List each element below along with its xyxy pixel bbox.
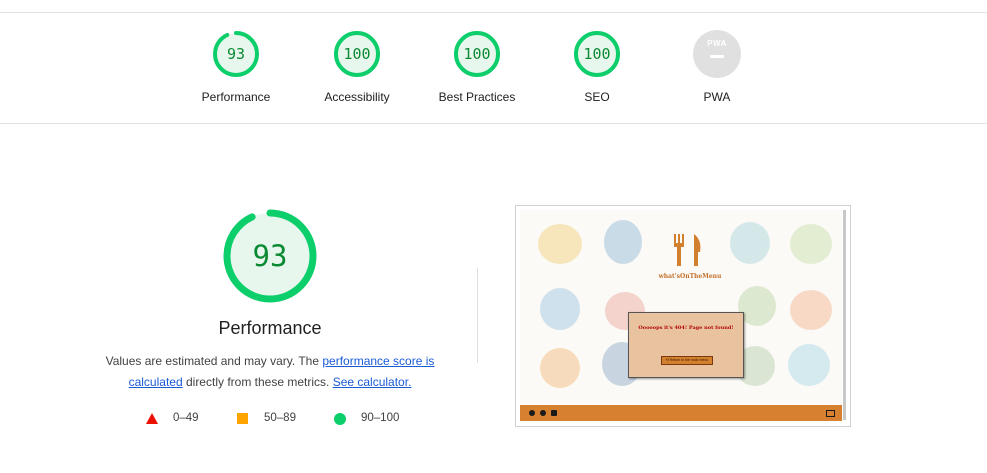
performance-title: Performance bbox=[218, 318, 322, 338]
pwa-score-dash bbox=[710, 55, 724, 58]
circle-icon bbox=[334, 413, 346, 425]
description-text-start: Values are estimated and may vary. The bbox=[105, 354, 323, 368]
screenshot-scrollbar bbox=[843, 210, 846, 420]
legend-fail-range: 0–49 bbox=[173, 412, 199, 424]
return-main-menu-button: ⟲ Return to the main menu bbox=[661, 356, 713, 365]
food-doodle-icon bbox=[788, 344, 830, 386]
gauge-seo-ring: 100 bbox=[573, 30, 621, 78]
legend-pass-range: 90–100 bbox=[361, 412, 400, 424]
food-doodle-icon bbox=[538, 224, 582, 264]
food-doodle-icon bbox=[790, 290, 832, 330]
performance-score-gauge: 93 bbox=[222, 208, 318, 304]
gauge-accessibility-ring: 100 bbox=[333, 30, 381, 78]
pwa-badge-icon: PWA bbox=[693, 30, 741, 78]
gauge-performance[interactable]: 93 Performance bbox=[176, 30, 296, 104]
food-doodle-icon bbox=[790, 224, 832, 264]
section-divider bbox=[0, 123, 987, 124]
vertical-divider bbox=[477, 268, 478, 363]
category-gauges: 93 Performance 100 Accessibility 100 Bes… bbox=[0, 30, 987, 110]
instagram-icon bbox=[551, 410, 557, 416]
error-404-title: Ooooops it's 404! Page not found! bbox=[638, 325, 734, 331]
square-icon bbox=[237, 413, 248, 424]
screenshot-background: what'sOnTheMenu Ooooops it's 404! Page n… bbox=[520, 210, 842, 410]
gauge-pwa[interactable]: PWA PWA bbox=[657, 30, 777, 104]
gauge-performance-ring: 93 bbox=[212, 30, 260, 78]
food-doodle-icon bbox=[730, 222, 770, 264]
mail-icon bbox=[826, 410, 835, 417]
site-logo-text: what'sOnTheMenu bbox=[658, 273, 722, 280]
gauge-best-practices-ring: 100 bbox=[453, 30, 501, 78]
gauge-best-practices-score: 100 bbox=[463, 45, 491, 63]
description-text-middle: directly from these metrics. bbox=[182, 375, 333, 389]
gauge-performance-score: 93 bbox=[226, 45, 246, 63]
final-screenshot-thumbnail[interactable]: what'sOnTheMenu Ooooops it's 404! Page n… bbox=[515, 205, 851, 427]
top-divider bbox=[0, 12, 987, 13]
food-doodle-icon bbox=[604, 220, 642, 264]
triangle-icon bbox=[146, 413, 158, 424]
pwa-badge-text: PWA bbox=[707, 39, 727, 48]
fork-knife-logo-icon bbox=[674, 234, 701, 266]
screenshot-footer bbox=[520, 405, 842, 421]
performance-description: Values are estimated and may vary. The p… bbox=[100, 351, 440, 393]
legend-average-range: 50–89 bbox=[264, 412, 296, 424]
gauge-best-practices[interactable]: 100 Best Practices bbox=[417, 30, 537, 104]
food-doodle-icon bbox=[540, 288, 580, 330]
performance-score-value: 93 bbox=[252, 239, 288, 273]
facebook-icon bbox=[529, 410, 535, 416]
food-doodle-icon bbox=[540, 348, 580, 388]
gauge-pwa-label: PWA bbox=[703, 90, 731, 104]
gauge-performance-label: Performance bbox=[201, 90, 271, 104]
pinterest-icon bbox=[540, 410, 546, 416]
gauge-accessibility-label: Accessibility bbox=[324, 90, 390, 104]
gauge-best-practices-label: Best Practices bbox=[438, 90, 516, 104]
gauge-seo[interactable]: 100 SEO bbox=[537, 30, 657, 104]
gauge-seo-score: 100 bbox=[583, 45, 611, 63]
error-404-modal: Ooooops it's 404! Page not found! ⟲ Retu… bbox=[628, 312, 744, 378]
gauge-seo-label: SEO bbox=[584, 90, 610, 104]
gauge-accessibility-score: 100 bbox=[343, 45, 371, 63]
see-calculator-link[interactable]: See calculator. bbox=[333, 375, 412, 389]
score-legend: 0–49 50–89 90–100 bbox=[0, 410, 500, 430]
gauge-accessibility[interactable]: 100 Accessibility bbox=[297, 30, 417, 104]
